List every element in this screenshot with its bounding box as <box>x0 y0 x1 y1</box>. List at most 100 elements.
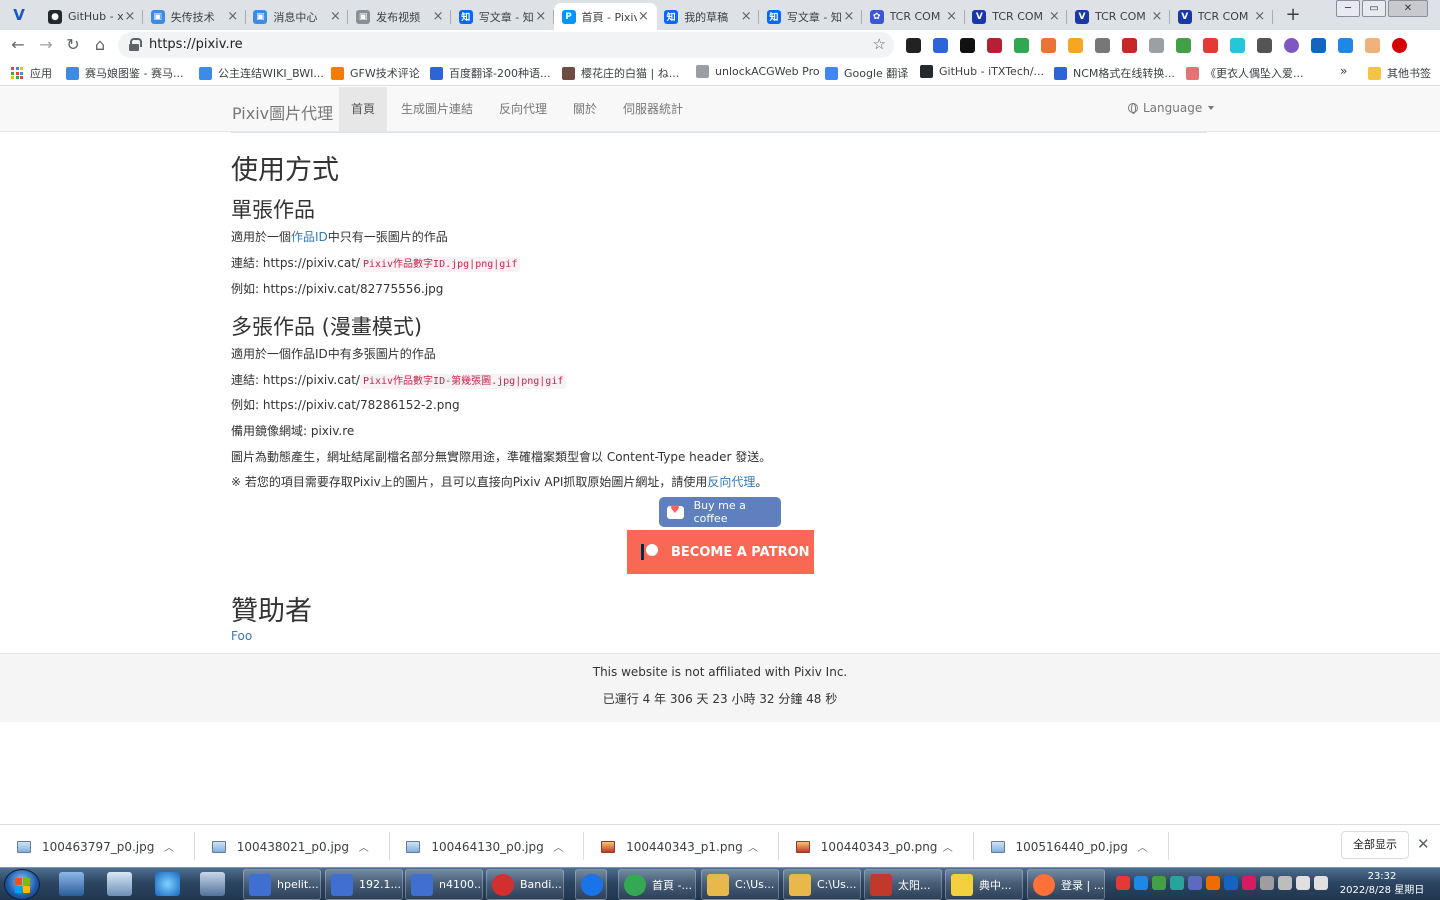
tray-icon[interactable] <box>1260 876 1274 890</box>
bookmark-item[interactable]: Google 翻译 <box>825 65 908 81</box>
extension-icon[interactable] <box>1014 38 1029 53</box>
taskbar-window-button[interactable]: C:\Us... <box>783 869 861 900</box>
download-item[interactable]: 100464130_p0.jpg ︿ <box>389 825 585 868</box>
tray-icon[interactable] <box>1116 876 1130 890</box>
taskbar-window-button[interactable]: 192.1... <box>325 869 403 900</box>
extension-icon[interactable] <box>1392 38 1407 53</box>
bookmark-item[interactable]: 公主连结WIKI_BWI... <box>199 65 324 81</box>
extension-icon[interactable] <box>1365 38 1380 53</box>
nav-reverse-proxy[interactable]: 反向代理 <box>487 87 559 131</box>
tab-close-icon[interactable]: × <box>945 9 959 24</box>
forward-button[interactable]: → <box>36 35 56 55</box>
download-item[interactable]: 100440343_p1.png ︿ <box>584 825 780 868</box>
home-button[interactable]: ⌂ <box>90 35 110 55</box>
bookmark-item[interactable]: 《更衣人偶坠入爱... <box>1186 65 1304 81</box>
extension-icon[interactable] <box>987 38 1002 53</box>
tray-icon[interactable] <box>1152 876 1166 890</box>
taskbar-window-button[interactable]: Bandi... <box>486 869 564 900</box>
reverse-proxy-link[interactable]: 反向代理 <box>707 475 755 489</box>
tab-close-icon[interactable]: × <box>123 9 137 24</box>
bookmark-apps[interactable]: 应用 <box>11 65 52 81</box>
tab-close-icon[interactable]: × <box>1150 9 1164 24</box>
download-item[interactable]: 100516440_p0.jpg ︿ <box>974 825 1169 868</box>
tab-close-icon[interactable]: × <box>328 9 342 24</box>
extension-icon[interactable] <box>1149 38 1164 53</box>
tray-icon[interactable] <box>1170 876 1184 890</box>
extension-icon[interactable] <box>906 38 921 53</box>
work-id-link[interactable]: 作品ID <box>291 230 328 244</box>
tab-close-icon[interactable]: × <box>739 9 753 24</box>
tab-close-icon[interactable]: × <box>431 9 445 24</box>
extension-icon[interactable] <box>1068 38 1083 53</box>
extension-icon[interactable] <box>1122 38 1137 53</box>
tab-close-icon[interactable]: × <box>1047 9 1061 24</box>
language-dropdown[interactable]: Language <box>1128 101 1215 115</box>
bookmark-item[interactable]: GFW技术评论 <box>331 65 420 81</box>
taskbar-window-button[interactable] <box>575 869 607 900</box>
bookmarks-overflow-chevron[interactable]: » <box>1340 64 1347 78</box>
vivaldi-pinned-tab[interactable]: V <box>7 5 31 25</box>
taskbar-window-button[interactable]: C:\Us... <box>701 869 779 900</box>
chevron-up-icon[interactable]: ︿ <box>943 839 953 854</box>
tab-3[interactable]: ▣ 发布视频 × <box>348 3 452 30</box>
extension-icon[interactable] <box>1176 38 1191 53</box>
chevron-up-icon[interactable]: ︿ <box>553 839 563 854</box>
download-item[interactable]: 100440343_p0.png ︿ <box>779 825 974 868</box>
tray-icon[interactable] <box>1206 876 1220 890</box>
tray-icon[interactable] <box>1296 876 1310 890</box>
close-shelf-icon[interactable]: ✕ <box>1417 835 1430 853</box>
address-bar[interactable]: https://pixiv.re ☆ <box>118 32 894 58</box>
minimize-button[interactable]: ─ <box>1336 0 1360 17</box>
extension-icon[interactable] <box>1230 38 1245 53</box>
extension-icon[interactable] <box>960 38 975 53</box>
download-item[interactable]: 100438021_p0.jpg ︿ <box>195 825 390 868</box>
extension-icon[interactable] <box>1338 38 1353 53</box>
taskbar-window-button[interactable]: 登录 | ... <box>1027 869 1105 900</box>
bookmark-star-icon[interactable]: ☆ <box>873 35 886 53</box>
tray-icon[interactable] <box>1278 876 1292 890</box>
chevron-up-icon[interactable]: ︿ <box>1138 839 1148 854</box>
close-window-button[interactable]: ✕ <box>1388 0 1428 17</box>
extension-icon[interactable] <box>1095 38 1110 53</box>
reload-button[interactable]: ↻ <box>63 35 83 55</box>
tab-close-icon[interactable]: × <box>534 9 548 24</box>
new-tab-button[interactable]: + <box>1283 5 1303 25</box>
extension-icon[interactable] <box>1311 38 1326 53</box>
extension-icon[interactable] <box>1041 38 1056 53</box>
bookmark-item[interactable]: NCM格式在线转换... <box>1054 65 1175 81</box>
extension-icon[interactable] <box>1203 38 1218 53</box>
extension-icon[interactable] <box>1284 38 1299 53</box>
tab-close-icon[interactable]: × <box>842 9 856 24</box>
taskbar-window-button[interactable]: hpelit... <box>243 869 321 900</box>
tab-5[interactable]: P 首頁 - Pixiv × <box>553 3 657 30</box>
taskbar-window-button[interactable]: 太阳... <box>864 869 942 900</box>
become-a-patron-button[interactable]: BECOME A PATRON <box>627 530 814 574</box>
tab-2[interactable]: ▣ 消息中心 × <box>245 3 349 30</box>
system-clock[interactable]: 23:32 2022/8/28 星期日 <box>1332 870 1432 898</box>
chevron-up-icon[interactable]: ︿ <box>359 839 369 854</box>
back-button[interactable]: ← <box>8 35 28 55</box>
tab-close-icon[interactable]: × <box>637 9 651 24</box>
show-all-downloads-button[interactable]: 全部显示 <box>1341 831 1409 859</box>
tray-icon[interactable] <box>1134 876 1148 890</box>
sponsor-link[interactable]: Foo <box>231 629 252 643</box>
tab-close-icon[interactable]: × <box>1253 9 1267 24</box>
bookmark-item[interactable]: unlockACGWeb Pro <box>696 65 820 78</box>
tab-8[interactable]: ✿ TCR COM × <box>862 3 965 30</box>
taskbar-window-button[interactable]: 首頁 -... <box>618 869 696 900</box>
buy-me-a-coffee-button[interactable]: Buy me a coffee <box>659 497 781 527</box>
internet-explorer-icon[interactable] <box>155 872 180 896</box>
nav-generate-link[interactable]: 生成圖片連結 <box>389 87 485 131</box>
tab-4[interactable]: 知写文章 - 知 × <box>451 3 554 30</box>
nav-about[interactable]: 關於 <box>561 87 609 131</box>
tab-1[interactable]: ▣ 失传技术 × <box>143 3 246 30</box>
nav-server-stats[interactable]: 伺服器統計 <box>611 87 695 131</box>
tab-6[interactable]: 知我的草稿 × <box>656 3 760 30</box>
control-panel-icon[interactable] <box>107 872 132 896</box>
tab-7[interactable]: 知写文章 - 知 × <box>759 3 862 30</box>
bookmark-item[interactable]: 百度翻译-200种语... <box>430 65 550 81</box>
maximize-button[interactable]: ▭ <box>1362 0 1386 17</box>
extension-icon[interactable] <box>933 38 948 53</box>
bookmark-item[interactable]: GitHub - iTXTech/... <box>920 65 1044 78</box>
tray-icon[interactable] <box>1188 876 1202 890</box>
